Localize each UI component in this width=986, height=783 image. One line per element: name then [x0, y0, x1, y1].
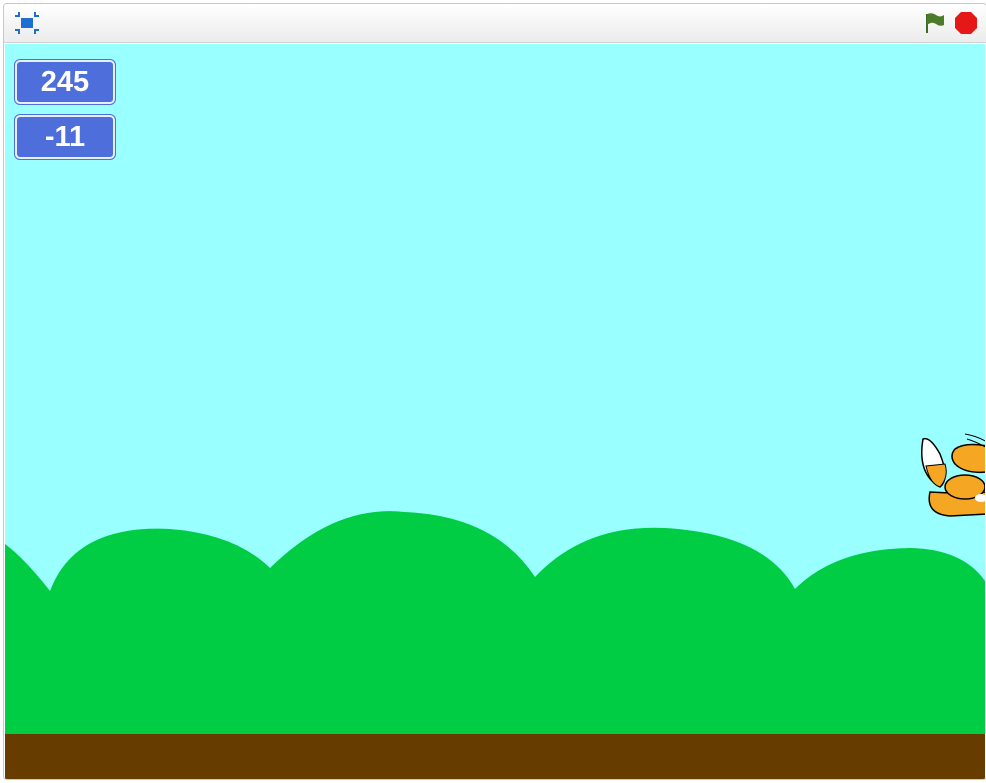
stage-toolbar [4, 4, 986, 43]
stop-sign-icon[interactable] [954, 11, 978, 35]
variable-monitor[interactable]: -11 [15, 115, 115, 159]
stage-window: 245 -11 [3, 3, 986, 780]
green-flag-icon[interactable] [922, 11, 946, 35]
fullscreen-icon[interactable] [13, 11, 41, 35]
stage-backdrop [5, 44, 985, 779]
ground [5, 734, 985, 779]
variable-monitor[interactable]: 245 [15, 60, 115, 104]
stage-canvas[interactable]: 245 -11 [5, 44, 985, 779]
